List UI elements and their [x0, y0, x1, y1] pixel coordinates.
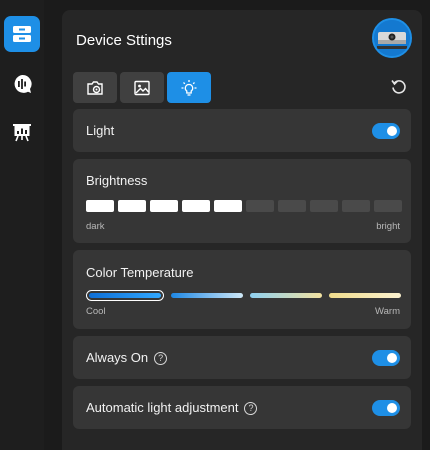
- brightness-segment[interactable]: [246, 200, 274, 212]
- presentation-icon: [13, 124, 31, 142]
- brightness-segment[interactable]: [310, 200, 338, 212]
- always-on-card: Always On?: [73, 336, 411, 379]
- color-temperature-option[interactable]: [171, 293, 243, 298]
- tab-camera-settings[interactable]: [73, 72, 117, 103]
- selected-color-temperature[interactable]: [86, 290, 164, 301]
- device-list-icon: [13, 26, 31, 42]
- brightness-segment[interactable]: [214, 200, 242, 212]
- color-temperature-label: Color Temperature: [86, 265, 194, 280]
- sidebar-item-presentation[interactable]: [4, 114, 40, 150]
- auto-light-toggle[interactable]: [372, 400, 400, 416]
- camera-settings-icon: [87, 80, 103, 95]
- light-label: Light: [86, 123, 115, 138]
- color-temperature-options: [86, 290, 401, 301]
- brightness-label: Brightness: [86, 173, 148, 188]
- brightness-segment[interactable]: [278, 200, 306, 212]
- device-settings-panel: Device Sttings Light Brightness dark bri…: [62, 10, 422, 450]
- sidebar-item-devices[interactable]: [4, 16, 40, 52]
- light-bulb-icon: [181, 79, 197, 96]
- color-temperature-card: Color Temperature Cool Warm: [73, 250, 411, 329]
- toggle-knob: [387, 126, 397, 136]
- reset-icon[interactable]: [390, 78, 408, 96]
- brightness-segment[interactable]: [182, 200, 210, 212]
- webcam-avatar-icon: [374, 20, 410, 56]
- brightness-max-label: bright: [376, 221, 400, 232]
- always-on-row: Always On?: [86, 350, 168, 365]
- help-icon[interactable]: ?: [154, 352, 168, 365]
- image-icon: [134, 80, 150, 95]
- brightness-segment[interactable]: [150, 200, 178, 212]
- color-temperature-option[interactable]: [250, 293, 322, 298]
- device-avatar[interactable]: [372, 18, 412, 58]
- brightness-slider[interactable]: [86, 200, 402, 212]
- tab-image[interactable]: [120, 72, 164, 103]
- color-temperature-option[interactable]: [89, 293, 161, 298]
- always-on-label: Always On: [86, 350, 149, 365]
- always-on-toggle[interactable]: [372, 350, 400, 366]
- brightness-segment[interactable]: [374, 200, 402, 212]
- light-toggle[interactable]: [372, 123, 400, 139]
- toggle-knob: [387, 353, 397, 363]
- brightness-min-label: dark: [86, 221, 105, 232]
- sidebar: [0, 0, 44, 450]
- light-card: Light: [73, 109, 411, 152]
- brightness-segment[interactable]: [118, 200, 146, 212]
- tab-light[interactable]: [167, 72, 211, 103]
- auto-light-row: Automatic light adjustment?: [86, 400, 258, 415]
- voice-chat-icon: [14, 74, 32, 93]
- page-title: Device Sttings: [76, 32, 172, 49]
- toggle-knob: [387, 403, 397, 413]
- auto-light-label: Automatic light adjustment: [86, 400, 239, 415]
- brightness-card: Brightness dark bright: [73, 159, 411, 243]
- settings-tabs: [73, 72, 211, 103]
- color-temperature-option[interactable]: [329, 293, 401, 298]
- sidebar-item-voice[interactable]: [4, 66, 40, 102]
- auto-light-card: Automatic light adjustment?: [73, 386, 411, 429]
- color-temperature-max-label: Warm: [375, 306, 400, 317]
- help-icon[interactable]: ?: [244, 402, 258, 415]
- brightness-segment[interactable]: [342, 200, 370, 212]
- brightness-segment[interactable]: [86, 200, 114, 212]
- color-temperature-min-label: Cool: [86, 306, 106, 317]
